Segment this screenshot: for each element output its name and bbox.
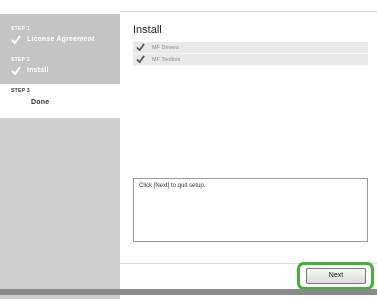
step-3: STEP 3 Done xyxy=(0,84,120,118)
check-icon xyxy=(11,35,21,44)
step-2-label: Install xyxy=(27,67,49,74)
check-icon xyxy=(136,43,146,52)
installed-items-list: MF Drivers MF Toolbox xyxy=(133,42,368,66)
sidebar-top-strip xyxy=(0,0,120,14)
item-label: MF Toolbox xyxy=(152,56,181,63)
main-panel: Install MF Drivers MF Toolbox Click [Nex… xyxy=(120,0,377,299)
step-1-label: License Agreement xyxy=(27,36,95,43)
check-icon xyxy=(136,55,146,64)
sidebar-bottom-bar xyxy=(0,289,120,295)
list-item: MF Drivers xyxy=(133,42,368,54)
list-item: MF Toolbox xyxy=(133,54,368,66)
step-3-label: Done xyxy=(31,99,50,106)
step-1-number: STEP 1 xyxy=(11,26,30,32)
steps-sidebar: STEP 1 License Agreement STEP 2 Install … xyxy=(0,0,120,299)
step-2: STEP 2 Install xyxy=(0,48,120,84)
step-3-number: STEP 3 xyxy=(11,88,30,94)
main-top-strip xyxy=(120,0,377,12)
step-2-number: STEP 2 xyxy=(11,57,30,63)
main-bottom-bar xyxy=(120,289,377,295)
page-title: Install xyxy=(133,24,162,36)
message-text: Click [Next] to quit setup. xyxy=(139,183,206,189)
message-box: Click [Next] to quit setup. xyxy=(133,178,368,242)
check-icon xyxy=(11,66,21,75)
step-1: STEP 1 License Agreement xyxy=(0,14,120,48)
next-button[interactable]: Next xyxy=(306,268,366,284)
item-label: MF Drivers xyxy=(152,44,179,51)
